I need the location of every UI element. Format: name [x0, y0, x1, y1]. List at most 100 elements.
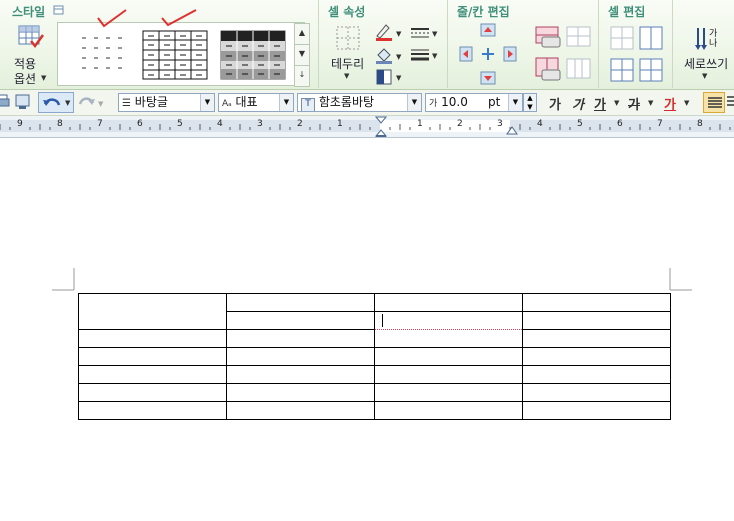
table-cell[interactable]: [78, 347, 227, 366]
group-title-cell-props: 셀 속성: [328, 5, 366, 19]
table-cell[interactable]: [374, 365, 523, 384]
font-name-value: 함초롬바탕: [318, 95, 375, 109]
table-cell[interactable]: [226, 329, 375, 348]
table-cell[interactable]: [522, 293, 671, 312]
font-size-icon: 가: [429, 99, 438, 109]
table-cell[interactable]: [226, 311, 375, 330]
border-button[interactable]: 테두리 ▼: [328, 24, 368, 86]
cell-shade-icon[interactable]: [374, 67, 394, 87]
ruler-number: 2: [297, 119, 303, 129]
ruler-ticks: [0, 124, 731, 130]
font-name-select[interactable]: T 함초롬바탕 ▼: [297, 93, 422, 112]
table-cell[interactable]: [522, 329, 671, 348]
table-cell[interactable]: [78, 383, 227, 402]
align-justify-button[interactable]: [703, 92, 725, 113]
chevron-down-icon: ▼: [508, 94, 522, 111]
table-cell[interactable]: [226, 365, 375, 384]
line-type-icon[interactable]: [410, 26, 430, 40]
active-table-cell[interactable]: [374, 311, 523, 330]
gallery-scroll-up[interactable]: ▲: [294, 23, 310, 45]
vertical-text-icon: 가 나: [695, 28, 717, 50]
table-cell[interactable]: [522, 383, 671, 402]
document-table[interactable]: [78, 293, 671, 420]
delete-row-icon[interactable]: [534, 25, 562, 49]
undo-button[interactable]: ▼: [38, 92, 74, 113]
table-cell[interactable]: [522, 347, 671, 366]
insert-row-col-icons[interactable]: [458, 22, 520, 86]
format-toolbar: ▼ ▼ ☰ 바탕글 ▼ Aₐ 대표 ▼ T 함초롬바탕 ▼ 가 10.0 pt …: [0, 90, 734, 116]
table-cell[interactable]: [374, 293, 523, 312]
table-cell[interactable]: [226, 401, 375, 420]
table-cell[interactable]: [374, 329, 523, 348]
strikethrough-button[interactable]: 가: [628, 94, 640, 113]
table-cell[interactable]: [374, 347, 523, 366]
font-size-select[interactable]: 가 10.0 pt ▼: [425, 93, 523, 112]
vertical-text-button[interactable]: 가 나 세로쓰기 ▼: [680, 24, 734, 86]
table-cell[interactable]: [78, 329, 227, 348]
print-icon[interactable]: [0, 94, 10, 110]
cell-edit-icons[interactable]: [610, 26, 666, 84]
table-cell[interactable]: [78, 401, 227, 420]
expand-icon[interactable]: [53, 5, 64, 15]
split-cells-icon[interactable]: [566, 58, 592, 80]
ribbon: 스타일 적용 옵션 ▼ ▲ ▼ ↓ 셀 속성 테두리 ▼ ▼ ▼ ▼ ▼ ▼ 줄…: [0, 0, 734, 90]
style-select-value: 바탕글: [134, 95, 168, 109]
delete-col-icon[interactable]: [534, 56, 562, 82]
dropdown-caret-icon: ▼: [41, 74, 47, 82]
dropdown-caret-icon: ▼: [702, 72, 708, 80]
underline-button[interactable]: 가: [594, 94, 606, 113]
table-cell[interactable]: [522, 365, 671, 384]
group-title-style: 스타일: [12, 5, 46, 19]
ruler-number: 5: [177, 119, 183, 129]
table-cell[interactable]: [522, 401, 671, 420]
apply-options-button[interactable]: 적용 옵션 ▼: [8, 24, 54, 86]
table-cell[interactable]: [226, 293, 375, 312]
line-color-icon[interactable]: [374, 22, 394, 42]
preview-icon[interactable]: [14, 94, 32, 110]
horizontal-ruler[interactable]: 9 8 7 6 5 4 3 2 1 1 2 3 4 5 6 7 8: [0, 116, 734, 138]
text-cursor: [382, 314, 383, 327]
table-cell[interactable]: [374, 383, 523, 402]
table-cell[interactable]: [374, 401, 523, 420]
ruler-number: 8: [697, 119, 703, 129]
merge-cells-icon[interactable]: [566, 26, 592, 48]
ruler-number: 6: [617, 119, 623, 129]
svg-text:가: 가: [709, 28, 717, 39]
ruler-number: 1: [417, 119, 423, 129]
style-grid[interactable]: [142, 30, 208, 80]
chevron-down-icon: ▼: [407, 94, 421, 111]
font-size-spinner[interactable]: ▲ ▼: [523, 93, 537, 112]
table-cell[interactable]: [226, 347, 375, 366]
right-indent-marker-icon[interactable]: [506, 124, 518, 136]
font-color-button[interactable]: 가: [664, 94, 676, 113]
fill-color-icon[interactable]: [374, 45, 394, 65]
options-label: 옵션: [14, 72, 37, 86]
ruler-number: 7: [97, 119, 103, 129]
ruler-number: 3: [257, 119, 263, 129]
style-select[interactable]: ☰ 바탕글 ▼: [118, 93, 215, 112]
svg-text:나: 나: [709, 38, 717, 49]
bold-button[interactable]: 가: [549, 94, 561, 113]
gallery-scroll-down[interactable]: ▼: [294, 44, 310, 66]
italic-button[interactable]: 가: [572, 94, 584, 113]
table-cell[interactable]: [522, 311, 671, 330]
style-shaded[interactable]: [220, 30, 286, 80]
ruler-number: 1: [337, 119, 343, 129]
table-cell[interactable]: [78, 293, 227, 330]
table-cell[interactable]: [226, 383, 375, 402]
indent-marker-icon[interactable]: [375, 116, 387, 138]
gallery-more[interactable]: ↓: [294, 65, 310, 87]
redo-icon[interactable]: [78, 95, 96, 109]
ruler-number: 7: [657, 119, 663, 129]
table-check-icon: [18, 25, 45, 49]
table-cell[interactable]: [78, 365, 227, 384]
group-title-row-col-edit: 줄/칸 편집: [457, 5, 510, 19]
border-label: 테두리: [331, 57, 365, 71]
style-dashed[interactable]: [80, 33, 130, 77]
check-mark-annotation-1: [97, 9, 127, 28]
ruler-number: 4: [537, 119, 543, 129]
align-left-icon[interactable]: [727, 96, 734, 108]
font-type-icon: T: [301, 98, 315, 111]
line-width-icon[interactable]: [410, 48, 430, 62]
font-language-select[interactable]: Aₐ 대표 ▼: [218, 93, 294, 112]
